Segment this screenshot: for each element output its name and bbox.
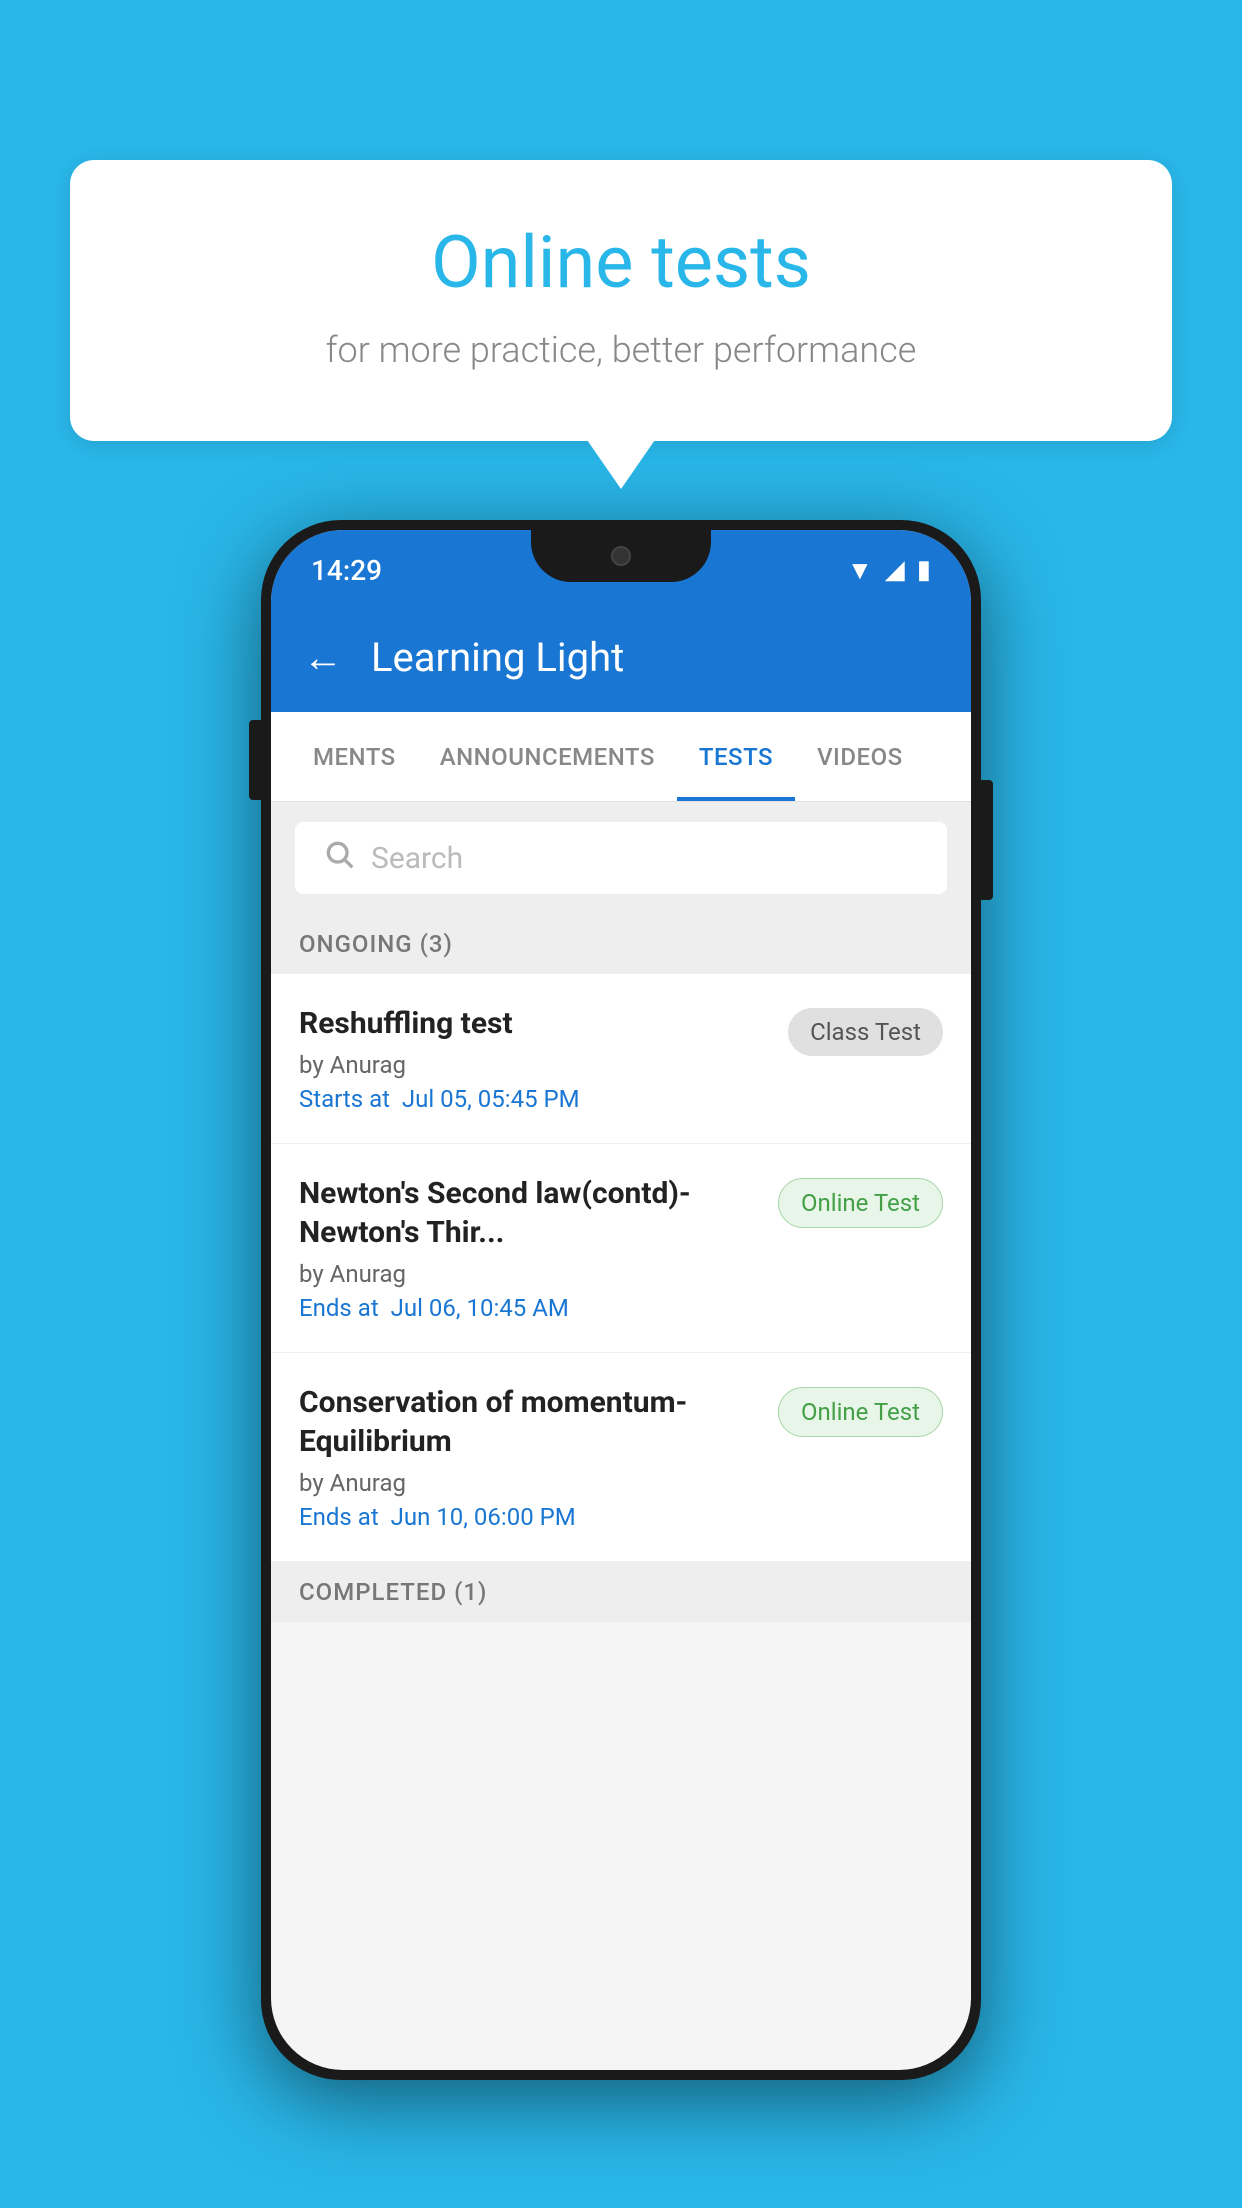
search-icon — [323, 838, 355, 878]
bubble-title: Online tests — [150, 220, 1092, 305]
app-title: Learning Light — [371, 634, 624, 681]
status-icons: ▼ ◢ ▮ — [847, 555, 931, 586]
test-time-3: Ends at Jun 10, 06:00 PM — [299, 1503, 758, 1531]
tabs-container: MENTS ANNOUNCEMENTS TESTS VIDEOS — [271, 712, 971, 802]
test-info-2: Newton's Second law(contd)-Newton's Thir… — [299, 1174, 758, 1322]
ongoing-label: ONGOING (3) — [299, 930, 453, 958]
test-item-1[interactable]: Reshuffling test by Anurag Starts at Jul… — [271, 974, 971, 1144]
test-author-3: by Anurag — [299, 1469, 758, 1497]
search-bar[interactable]: Search — [295, 822, 947, 894]
tab-ments[interactable]: MENTS — [291, 712, 418, 801]
test-name-3: Conservation of momentum-Equilibrium — [299, 1383, 758, 1461]
ongoing-section-header: ONGOING (3) — [271, 914, 971, 974]
speech-bubble-container: Online tests for more practice, better p… — [70, 160, 1172, 441]
wifi-icon: ▼ — [847, 555, 873, 586]
back-button[interactable]: ← — [303, 634, 343, 681]
test-info-3: Conservation of momentum-Equilibrium by … — [299, 1383, 758, 1531]
speech-bubble: Online tests for more practice, better p… — [70, 160, 1172, 441]
badge-class-test-1: Class Test — [788, 1008, 943, 1056]
test-author-1: by Anurag — [299, 1051, 768, 1079]
tab-announcements[interactable]: ANNOUNCEMENTS — [418, 712, 677, 801]
test-info-1: Reshuffling test by Anurag Starts at Jul… — [299, 1004, 768, 1113]
test-item-2[interactable]: Newton's Second law(contd)-Newton's Thir… — [271, 1144, 971, 1353]
phone-outer: 14:29 ▼ ◢ ▮ ← Learning Light MENTS ANNOU… — [261, 520, 981, 2080]
test-name-1: Reshuffling test — [299, 1004, 768, 1043]
signal-icon: ◢ — [885, 555, 905, 585]
test-name-2: Newton's Second law(contd)-Newton's Thir… — [299, 1174, 758, 1252]
badge-online-test-3: Online Test — [778, 1387, 943, 1437]
front-camera — [611, 546, 631, 566]
test-item-3[interactable]: Conservation of momentum-Equilibrium by … — [271, 1353, 971, 1562]
test-author-2: by Anurag — [299, 1260, 758, 1288]
phone-screen: 14:29 ▼ ◢ ▮ ← Learning Light MENTS ANNOU… — [271, 530, 971, 2070]
phone-notch — [531, 530, 711, 582]
tab-tests[interactable]: TESTS — [677, 712, 795, 801]
test-time-1: Starts at Jul 05, 05:45 PM — [299, 1085, 768, 1113]
bubble-subtitle: for more practice, better performance — [150, 329, 1092, 371]
search-container: Search — [271, 802, 971, 914]
search-placeholder: Search — [371, 841, 463, 876]
test-time-2: Ends at Jul 06, 10:45 AM — [299, 1294, 758, 1322]
completed-section-header: COMPLETED (1) — [271, 1562, 971, 1622]
battery-icon: ▮ — [917, 555, 931, 585]
status-time: 14:29 — [311, 554, 382, 587]
badge-online-test-2: Online Test — [778, 1178, 943, 1228]
phone-mockup: 14:29 ▼ ◢ ▮ ← Learning Light MENTS ANNOU… — [261, 520, 981, 2080]
completed-label: COMPLETED (1) — [299, 1578, 487, 1606]
app-bar: ← Learning Light — [271, 602, 971, 712]
tab-videos[interactable]: VIDEOS — [795, 712, 925, 801]
test-list: Reshuffling test by Anurag Starts at Jul… — [271, 974, 971, 1562]
